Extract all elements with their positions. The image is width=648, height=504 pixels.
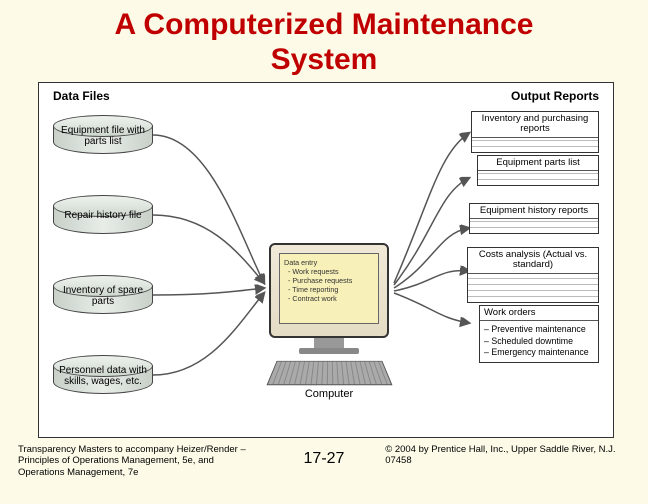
db-inventory-spares: Inventory of spare parts <box>53 275 153 314</box>
data-files-heading: Data Files <box>53 89 110 103</box>
computer: Data entry Work requests Purchase reques… <box>264 243 394 400</box>
computer-keyboard <box>266 361 392 385</box>
computer-monitor: Data entry Work requests Purchase reques… <box>269 243 389 338</box>
footer-left: Transparency Masters to accompany Heizer… <box>18 444 263 498</box>
report-work-orders: Work orders – Preventive maintenance – S… <box>479 305 599 363</box>
db-personnel: Personnel data with skills, wages, etc. <box>53 355 153 394</box>
db-equipment-file: Equipment file with parts list <box>53 115 153 154</box>
computer-label: Computer <box>264 388 394 400</box>
computer-screen: Data entry Work requests Purchase reques… <box>279 253 379 324</box>
output-reports-heading: Output Reports <box>511 89 599 103</box>
footer-slide-number: 17-27 <box>263 444 385 498</box>
report-parts-list: Equipment parts list <box>477 155 599 186</box>
report-history: Equipment history reports <box>469 203 599 234</box>
db-repair-history: Repair history file <box>53 195 153 234</box>
diagram-area: Data Files Output Reports Equipment file… <box>38 82 614 438</box>
slide-title: A Computerized Maintenance System <box>0 0 648 77</box>
footer-copyright: © 2004 by Prentice Hall, Inc., Upper Sad… <box>385 444 630 498</box>
report-costs: Costs analysis (Actual vs. standard) <box>467 247 599 303</box>
report-inventory: Inventory and purchasing reports <box>471 111 599 153</box>
slide-footer: Transparency Masters to accompany Heizer… <box>18 444 630 498</box>
